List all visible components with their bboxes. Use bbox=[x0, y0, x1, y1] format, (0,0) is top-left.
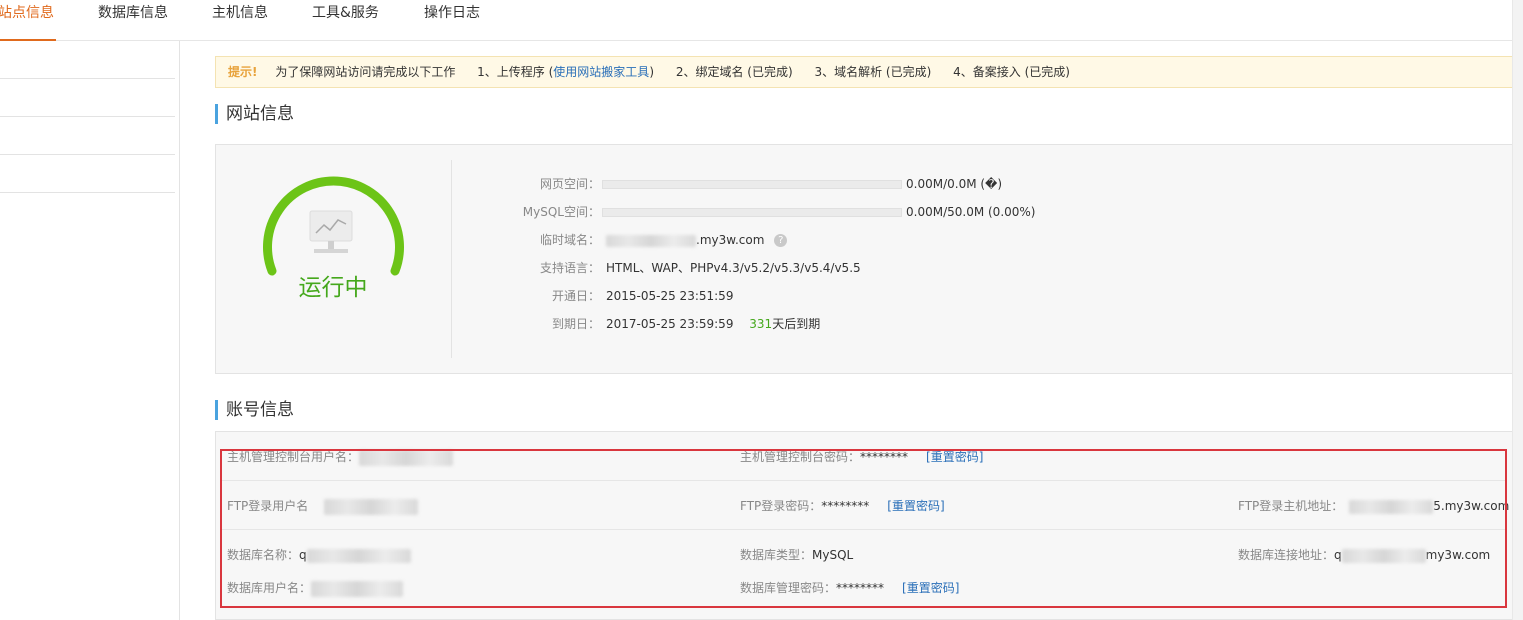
mysql-space-value: 0.00M/50.0M (0.00%) bbox=[906, 205, 1036, 219]
open-date-label-cell: 开通日： bbox=[450, 287, 600, 305]
web-space-label-cell: 网页空间： bbox=[450, 175, 600, 193]
tab-site-info[interactable]: 站点信息 bbox=[0, 0, 56, 41]
temp-domain-label-cell: 临时域名： bbox=[450, 231, 600, 249]
account-info-title: 账号信息 bbox=[215, 400, 294, 420]
languages-label-cell: 支持语言： bbox=[450, 259, 600, 277]
expire-date-label-cell: 到期日： bbox=[450, 315, 600, 333]
tab-host-info[interactable]: 主机信息 bbox=[212, 0, 268, 41]
highlight-box bbox=[220, 449, 1507, 608]
mysql-space-label-cell: MySQL空间： bbox=[450, 203, 600, 221]
web-space-label: 网页空间： bbox=[539, 177, 600, 191]
mysql-space-usage-bar bbox=[602, 208, 902, 217]
web-space-value: 0.00M/0.0M (�) bbox=[906, 177, 1003, 191]
scrollbar-track[interactable] bbox=[1512, 0, 1523, 620]
temp-domain-label: 临时域名： bbox=[539, 233, 600, 247]
status-running-label: 运行中 bbox=[298, 275, 368, 301]
open-date-value: 2015-05-25 23:51:59 bbox=[606, 289, 734, 303]
languages-label: 支持语言： bbox=[539, 261, 600, 275]
tab-database-info[interactable]: 数据库信息 bbox=[98, 0, 168, 41]
expire-date-value-cell: 2017-05-25 23:59:59 331天后到期 bbox=[606, 315, 820, 333]
open-date-label: 开通日： bbox=[551, 289, 600, 303]
help-icon[interactable]: ? bbox=[774, 234, 788, 247]
expire-date-label: 到期日： bbox=[551, 317, 600, 331]
sidebar-item[interactable] bbox=[0, 155, 175, 193]
expire-date-value: 2017-05-25 23:59:59 bbox=[606, 317, 734, 331]
days-left-count: 331 bbox=[749, 317, 773, 331]
days-left-suffix: 天后到期 bbox=[772, 317, 821, 331]
top-tab-bar: 站点信息 数据库信息 主机信息 工具&服务 操作日志 bbox=[0, 0, 1512, 41]
notice-intro: 为了保障网站访问请完成以下工作 bbox=[275, 65, 456, 79]
sidebar-item[interactable] bbox=[0, 41, 175, 79]
tab-tools-services[interactable]: 工具&服务 bbox=[312, 0, 379, 41]
site-info-title: 网站信息 bbox=[215, 104, 294, 124]
temp-domain-value: .my3w.com bbox=[696, 233, 765, 247]
notice-step-icp: 4、备案接入 (已完成) bbox=[953, 65, 1070, 79]
web-space-usage-bar bbox=[602, 180, 902, 189]
monitor-icon bbox=[309, 210, 353, 253]
notice-bar: 提示! 为了保障网站访问请完成以下工作 1、上传程序 (使用网站搬家工具) 2、… bbox=[215, 56, 1512, 88]
sidebar-item[interactable] bbox=[0, 79, 175, 117]
notice-step-upload-prefix: 1、上传程序 ( bbox=[477, 65, 554, 79]
notice-step-bind-domain: 2、绑定域名 (已完成) bbox=[675, 65, 793, 79]
languages-value: HTML、WAP、PHPv4.3/v5.2/v5.3/v5.4/v5.5 bbox=[606, 261, 861, 275]
tab-operation-log[interactable]: 操作日志 bbox=[424, 0, 480, 41]
notice-tip-label: 提示! bbox=[228, 65, 258, 79]
sidebar bbox=[0, 41, 180, 620]
temp-domain-value-cell: .my3w.com ? bbox=[606, 231, 788, 249]
sidebar-item[interactable] bbox=[0, 117, 175, 155]
redacted-text bbox=[606, 234, 696, 247]
mysql-space-label: MySQL空间： bbox=[522, 205, 600, 219]
site-migration-tool-link[interactable]: 使用网站搬家工具 bbox=[553, 65, 649, 79]
notice-step-upload: 1、上传程序 (使用网站搬家工具) bbox=[477, 65, 654, 79]
notice-step-upload-suffix: ) bbox=[649, 65, 654, 79]
notice-step-dns: 3、域名解析 (已完成) bbox=[814, 65, 932, 79]
